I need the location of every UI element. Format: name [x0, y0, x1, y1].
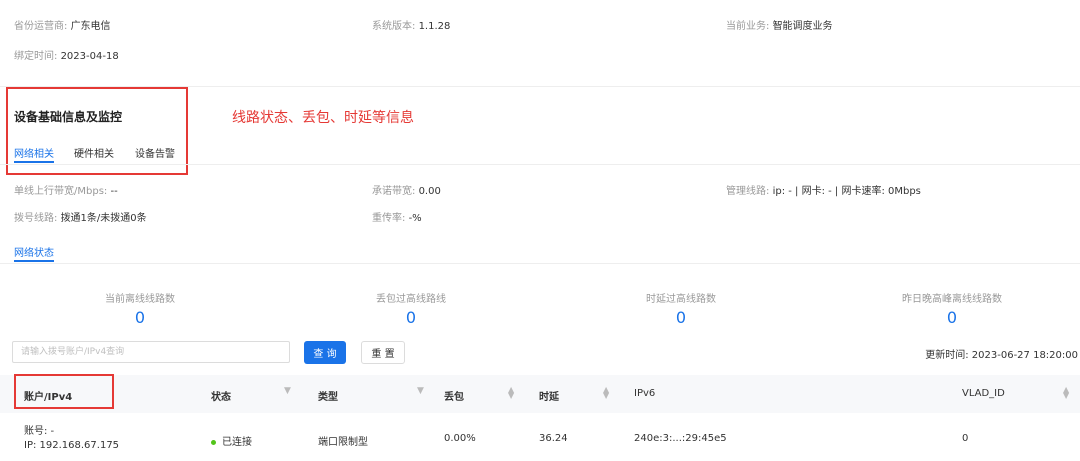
col-type[interactable]: 类型	[318, 388, 338, 403]
stat-latency-label: 时延过高线路数	[646, 294, 716, 305]
reset-button[interactable]: 重 置	[361, 341, 405, 364]
tab-hardware[interactable]: 硬件相关	[74, 145, 114, 160]
version-label: 系统版本:	[372, 21, 416, 32]
stat-offline-label: 当前离线线路数	[105, 294, 175, 305]
sort-icon[interactable]: ▲ ▼	[508, 386, 514, 400]
retrans-value: -%	[408, 213, 422, 224]
row-account: 账号: -	[24, 426, 55, 437]
update-time-label: 更新时间:	[925, 350, 969, 361]
status-dot-icon	[211, 439, 216, 445]
stat-offline-value: 0	[134, 308, 146, 327]
business-label: 当前业务:	[726, 21, 770, 32]
tab-network-status[interactable]: 网络状态	[14, 244, 54, 259]
stat-loss-value: 0	[405, 308, 417, 327]
retrans-label: 重传率:	[372, 213, 406, 224]
row-status-text: 已连接	[222, 437, 252, 448]
row-type: 端口限制型	[318, 437, 368, 448]
dial-field: 拨号线路: 拨通1条/未拨通0条	[14, 209, 147, 224]
business-value: 智能调度业务	[772, 21, 833, 32]
sort-icon[interactable]: ▲ ▼	[603, 386, 609, 400]
filter-icon[interactable]: ▼	[417, 386, 424, 396]
query-button[interactable]: 查 询	[304, 341, 346, 364]
divider	[0, 164, 1080, 165]
row-vlan: 0	[962, 433, 969, 444]
col-loss[interactable]: 丢包	[444, 388, 464, 403]
section-title: 设备基础信息及监控	[14, 110, 123, 124]
bind-time-label: 绑定时间:	[14, 51, 58, 62]
sort-icon[interactable]: ▲ ▼	[1063, 386, 1069, 400]
col-status[interactable]: 状态	[211, 388, 231, 403]
mgmt-label: 管理线路:	[726, 186, 770, 197]
row-ip: IP: 192.168.67.175	[24, 440, 120, 451]
version-field: 系统版本: 1.1.28	[372, 17, 450, 32]
version-value: 1.1.28	[418, 21, 451, 32]
row-latency: 36.24	[539, 433, 568, 444]
update-time: 更新时间: 2023-06-27 18:20:00	[925, 346, 1078, 361]
annotation-box-account	[14, 374, 114, 409]
tab-network-status-underline	[14, 260, 54, 262]
commit-field: 承诺带宽: 0.00	[372, 182, 441, 197]
uplink-label: 单线上行带宽/Mbps:	[14, 186, 108, 197]
col-ipv6: IPv6	[634, 388, 656, 399]
commit-value: 0.00	[418, 186, 441, 197]
bind-time-value: 2023-04-18	[60, 51, 119, 62]
col-latency[interactable]: 时延	[539, 388, 559, 403]
mgmt-field: 管理线路: ip: - | 网卡: - | 网卡速率: 0Mbps	[726, 182, 921, 197]
business-field: 当前业务: 智能调度业务	[726, 17, 833, 32]
province-label: 省份运营商:	[14, 21, 68, 32]
table-row: 账号: - IP: 192.168.67.175	[24, 425, 119, 453]
tab-network-underline	[14, 161, 54, 163]
stat-peak-offline-label: 昨日晚高峰离线线路数	[902, 294, 1002, 305]
province-field: 省份运营商: 广东电信	[14, 17, 111, 32]
stat-peak-offline-value: 0	[946, 308, 958, 327]
mgmt-value: ip: - | 网卡: - | 网卡速率: 0Mbps	[772, 186, 921, 197]
row-status: 已连接	[211, 433, 252, 448]
uplink-field: 单线上行带宽/Mbps: --	[14, 182, 118, 197]
filter-icon[interactable]: ▼	[284, 386, 291, 396]
stat-latency-value: 0	[675, 308, 687, 327]
row-ipv6: 240e:3:...:29:45e5	[634, 433, 727, 444]
uplink-value: --	[110, 186, 118, 197]
update-time-value: 2023-06-27 18:20:00	[971, 350, 1078, 361]
tab-network[interactable]: 网络相关	[14, 145, 54, 160]
row-loss: 0.00%	[444, 433, 476, 444]
tab-alarms[interactable]: 设备告警	[135, 145, 175, 160]
divider	[0, 263, 1080, 264]
retrans-field: 重传率: -%	[372, 209, 422, 224]
province-value: 广东电信	[70, 21, 111, 32]
bind-time-field: 绑定时间: 2023-04-18	[14, 47, 119, 62]
dial-value: 拨通1条/未拨通0条	[60, 213, 147, 224]
dial-label: 拨号线路:	[14, 213, 58, 224]
commit-label: 承诺带宽:	[372, 186, 416, 197]
col-vlan[interactable]: VLAD_ID	[962, 388, 1005, 399]
stat-loss-label: 丢包过高线路线	[376, 294, 446, 305]
search-input[interactable]	[12, 341, 290, 363]
annotation-text: 线路状态、丢包、时延等信息	[232, 110, 414, 126]
